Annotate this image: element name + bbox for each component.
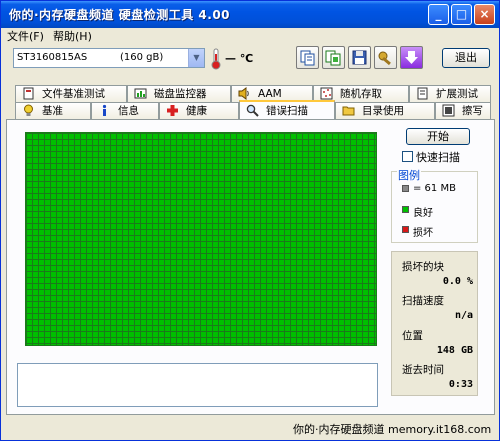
tab-label: 健康: [186, 105, 207, 117]
legend-title: 图例: [397, 167, 421, 183]
damaged-swatch: [402, 226, 409, 233]
damaged-blocks-value: 0.0 %: [442, 276, 473, 287]
scan-speed-value: n/a: [454, 310, 473, 321]
block-size-swatch: [402, 185, 409, 192]
tab-label: 磁盘监控器: [154, 88, 207, 100]
drive-size: (160 gB): [120, 52, 164, 63]
magnifier-icon: [246, 104, 259, 117]
scan-log-box[interactable]: [17, 363, 378, 407]
good-swatch: [402, 206, 409, 213]
drive-model: ST3160815AS: [17, 52, 88, 63]
download-button[interactable]: [400, 46, 423, 69]
extended-test-icon: [417, 87, 428, 100]
minimize-button[interactable]: _: [428, 4, 449, 25]
position-value: 148 GB: [436, 345, 473, 356]
speaker-icon: [238, 87, 249, 100]
tab-label: 基准: [42, 105, 63, 117]
app-window: 你的·内存硬盘频道 硬盘检测工具 4.00 _ □ × 文件(F) 帮助(H) …: [0, 0, 500, 441]
tab-label: 扩展测试: [436, 88, 478, 100]
scan-block-grid: [25, 132, 377, 346]
tab-error-scan[interactable]: 错误扫描: [239, 100, 335, 119]
health-cross-icon: [167, 105, 178, 116]
scan-speed-label: 扫描速度: [402, 295, 444, 307]
good-label: 良好: [413, 208, 433, 219]
thermometer-icon: [211, 48, 221, 70]
tab-label: 信息: [118, 105, 139, 117]
position-label: 位置: [402, 330, 423, 342]
erase-icon: [442, 104, 455, 117]
title-bar[interactable]: 你的·内存硬盘频道 硬盘检测工具 4.00 _ □ ×: [1, 1, 499, 28]
start-button[interactable]: 开始: [406, 128, 470, 145]
tab-label: 文件基准测试: [42, 88, 105, 100]
window-title: 你的·内存硬盘频道 硬盘检测工具 4.00: [9, 8, 231, 22]
disk-monitor-icon: [134, 88, 147, 99]
drive-select[interactable]: ST3160815AS (160 gB) ▼: [13, 48, 205, 68]
elapsed-time-label: 逝去时间: [402, 364, 444, 376]
block-size-label: = 61 MB: [413, 183, 456, 194]
tab-label: 目录使用: [362, 105, 404, 117]
tab-extended-test[interactable]: 扩展测试: [409, 85, 491, 102]
save-button[interactable]: [348, 46, 371, 69]
menu-file[interactable]: 文件(F): [7, 28, 44, 44]
tab-label: 错误扫描: [266, 105, 308, 117]
menu-bar: 文件(F) 帮助(H): [1, 28, 499, 44]
damaged-label: 损坏: [413, 228, 433, 239]
exit-button[interactable]: 退出: [442, 48, 490, 68]
tab-file-benchmark[interactable]: 文件基准测试: [15, 85, 127, 102]
temperature-readout: — ℃: [225, 52, 254, 65]
tab-label: 随机存取: [340, 88, 382, 100]
floppy-disk-icon: [352, 50, 367, 65]
tab-info[interactable]: 信息: [91, 102, 159, 119]
bulb-icon: [24, 104, 33, 116]
quick-scan-checkbox[interactable]: [402, 151, 413, 162]
tab-benchmark[interactable]: 基准: [15, 102, 91, 119]
tab-erase[interactable]: 擦写: [435, 102, 491, 119]
elapsed-time-value: 0:33: [448, 379, 473, 390]
file-benchmark-icon: [23, 87, 34, 100]
folder-icon: [342, 106, 355, 116]
tab-health[interactable]: 健康: [159, 102, 239, 119]
copy-all-icon: [325, 50, 341, 66]
down-arrow-icon: [405, 51, 418, 64]
menu-help[interactable]: 帮助(H): [53, 28, 92, 44]
copy-all-button[interactable]: [322, 46, 345, 69]
wrench-icon: [378, 51, 391, 66]
footer-watermark: 你的·内存硬盘频道 memory.it168.com: [293, 423, 492, 436]
random-access-icon: [320, 87, 333, 100]
tab-label: 擦写: [462, 105, 483, 117]
tab-disk-monitor[interactable]: 磁盘监控器: [127, 85, 231, 102]
damaged-blocks-label: 损坏的块: [402, 261, 444, 273]
chevron-down-icon[interactable]: ▼: [188, 49, 204, 67]
close-button[interactable]: ×: [474, 4, 495, 25]
quick-scan-label: 快速扫描: [416, 151, 460, 164]
copy-icon: [300, 50, 315, 66]
info-icon: [102, 104, 107, 116]
copy-text-button[interactable]: [296, 46, 319, 69]
options-button[interactable]: [374, 46, 397, 69]
tab-folder-usage[interactable]: 目录使用: [335, 102, 435, 119]
maximize-button[interactable]: □: [451, 4, 472, 25]
